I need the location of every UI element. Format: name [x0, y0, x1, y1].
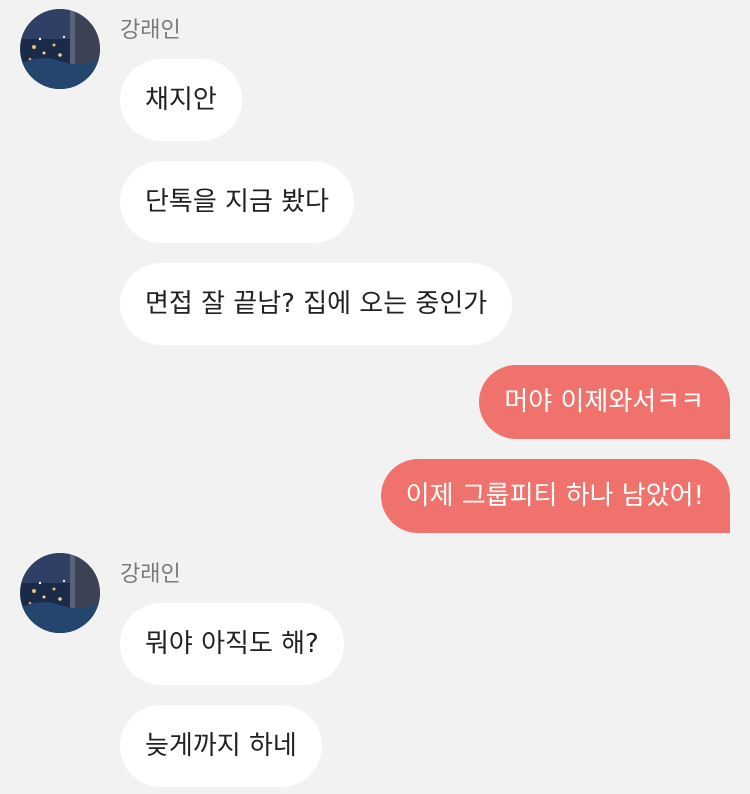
message-text: 뭐야 아직도 해?	[145, 629, 319, 659]
message-text: 채지안	[145, 85, 217, 115]
message-text: 머야 이제와서ㅋㅋ	[504, 387, 704, 417]
avatar-photo-icon	[20, 9, 100, 89]
message-text: 늦게까지 하네	[145, 731, 297, 761]
message-bubble-sent[interactable]: 이제 그룹피티 하나 남았어!	[380, 459, 730, 533]
message-bubble-received[interactable]: 단톡을 지금 봤다	[120, 161, 354, 243]
chat-thread: 강래인 채지안 단톡을 지금 봤다 면접 잘 끝남? 집에 오는 중인가 머야 …	[0, 0, 750, 794]
message-bubble-received[interactable]: 면접 잘 끝남? 집에 오는 중인가	[120, 263, 513, 345]
message-bubble-received[interactable]: 뭐야 아직도 해?	[120, 603, 344, 685]
message-text: 면접 잘 끝남? 집에 오는 중인가	[145, 289, 488, 319]
sender-avatar[interactable]	[20, 553, 100, 633]
avatar-photo-icon	[20, 553, 100, 633]
message-bubble-received[interactable]: 채지안	[120, 59, 242, 141]
sender-name: 강래인	[120, 18, 181, 43]
sender-avatar[interactable]	[20, 9, 100, 89]
message-bubble-received[interactable]: 늦게까지 하네	[120, 705, 322, 787]
sender-name: 강래인	[120, 562, 181, 587]
message-text: 단톡을 지금 봤다	[145, 187, 329, 217]
message-text: 이제 그룹피티 하나 남았어!	[405, 481, 704, 511]
message-bubble-sent[interactable]: 머야 이제와서ㅋㅋ	[479, 365, 730, 439]
